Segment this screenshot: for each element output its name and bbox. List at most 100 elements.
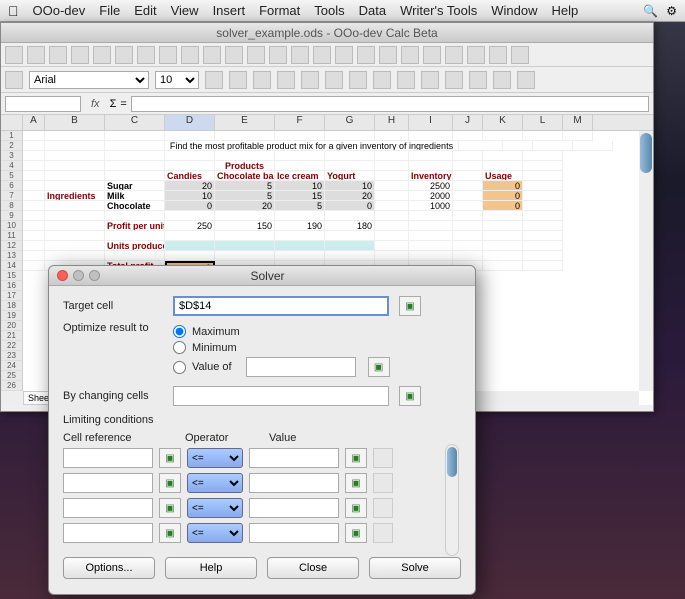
align-button[interactable] bbox=[349, 71, 367, 89]
toolbar-button[interactable] bbox=[27, 46, 45, 64]
row-headers[interactable]: 1234567891011121314151617181920212223242… bbox=[1, 131, 23, 405]
cell[interactable] bbox=[215, 241, 275, 251]
cell[interactable]: 10 bbox=[165, 191, 215, 201]
cond-cellref-input[interactable] bbox=[63, 448, 153, 468]
toolbar-button[interactable] bbox=[49, 46, 67, 64]
cond-delete-button[interactable] bbox=[373, 448, 393, 468]
col-header[interactable]: B bbox=[45, 115, 105, 130]
menu-file[interactable]: File bbox=[99, 3, 120, 18]
apple-menu-icon[interactable]:  bbox=[8, 3, 19, 19]
cell[interactable]: 180 bbox=[325, 221, 375, 231]
target-cell-input[interactable] bbox=[173, 296, 389, 316]
row-header[interactable]: 7 bbox=[1, 191, 23, 201]
menu-view[interactable]: View bbox=[171, 3, 199, 18]
row-header[interactable]: 19 bbox=[1, 311, 23, 321]
cell[interactable]: 15 bbox=[275, 191, 325, 201]
shrink-icon[interactable]: ▣ bbox=[345, 448, 367, 468]
menubar-extra-icon[interactable]: ⚙ bbox=[666, 4, 677, 18]
row-header[interactable]: 11 bbox=[1, 231, 23, 241]
row-header[interactable]: 18 bbox=[1, 301, 23, 311]
shrink-icon[interactable]: ▣ bbox=[159, 498, 181, 518]
shrink-icon[interactable]: ▣ bbox=[399, 386, 421, 406]
radio-minimum[interactable]: Minimum bbox=[173, 341, 390, 354]
valueof-input[interactable] bbox=[246, 357, 356, 377]
row-header[interactable]: 25 bbox=[1, 371, 23, 381]
cell[interactable]: 0 bbox=[483, 201, 523, 211]
shrink-icon[interactable]: ▣ bbox=[159, 448, 181, 468]
menu-edit[interactable]: Edit bbox=[134, 3, 156, 18]
shrink-icon[interactable]: ▣ bbox=[159, 473, 181, 493]
toolbar-button[interactable] bbox=[159, 46, 177, 64]
cell[interactable]: 20 bbox=[165, 181, 215, 191]
row-header[interactable]: 12 bbox=[1, 241, 23, 251]
cell[interactable]: 1000 bbox=[409, 201, 453, 211]
help-button[interactable]: Help bbox=[165, 557, 257, 579]
select-all-corner[interactable] bbox=[1, 115, 23, 130]
cond-operator-select[interactable]: <= bbox=[187, 473, 243, 493]
toolbar-button[interactable] bbox=[335, 46, 353, 64]
italic-button[interactable] bbox=[229, 71, 247, 89]
align-button[interactable] bbox=[277, 71, 295, 89]
toolbar-button[interactable] bbox=[247, 46, 265, 64]
row-header[interactable]: 6 bbox=[1, 181, 23, 191]
cell[interactable]: 10 bbox=[275, 181, 325, 191]
changing-cells-input[interactable] bbox=[173, 386, 389, 406]
row-header[interactable]: 13 bbox=[1, 251, 23, 261]
row-header[interactable]: 3 bbox=[1, 151, 23, 161]
shrink-icon[interactable]: ▣ bbox=[345, 498, 367, 518]
menu-window[interactable]: Window bbox=[491, 3, 537, 18]
toolbar-button[interactable] bbox=[93, 46, 111, 64]
cell[interactable]: 10 bbox=[325, 181, 375, 191]
menu-tools[interactable]: Tools bbox=[314, 3, 344, 18]
cell[interactable]: 5 bbox=[215, 191, 275, 201]
row-header[interactable]: 16 bbox=[1, 281, 23, 291]
format-button[interactable] bbox=[469, 71, 487, 89]
options-button[interactable]: Options... bbox=[63, 557, 155, 579]
cell[interactable]: 0 bbox=[165, 201, 215, 211]
row-header[interactable]: 5 bbox=[1, 171, 23, 181]
format-button[interactable] bbox=[421, 71, 439, 89]
column-headers[interactable]: A B C D E F G H I J K L M bbox=[1, 115, 653, 131]
row-header[interactable]: 14 bbox=[1, 261, 23, 271]
cell[interactable] bbox=[275, 241, 325, 251]
col-header[interactable]: G bbox=[325, 115, 375, 130]
cell[interactable]: 20 bbox=[325, 191, 375, 201]
menu-help[interactable]: Help bbox=[551, 3, 578, 18]
menu-app[interactable]: OOo-dev bbox=[33, 3, 86, 18]
cond-operator-select[interactable]: <= bbox=[187, 448, 243, 468]
toolbar-button[interactable] bbox=[511, 46, 529, 64]
col-header[interactable]: F bbox=[275, 115, 325, 130]
cond-value-input[interactable] bbox=[249, 523, 339, 543]
cond-operator-select[interactable]: <= bbox=[187, 523, 243, 543]
toolbar-button[interactable] bbox=[379, 46, 397, 64]
currency-button[interactable] bbox=[373, 71, 391, 89]
format-button[interactable] bbox=[517, 71, 535, 89]
fx-icon[interactable]: fx bbox=[85, 98, 106, 110]
col-header[interactable]: J bbox=[453, 115, 483, 130]
sum-icon[interactable]: Σ bbox=[110, 98, 117, 110]
menu-insert[interactable]: Insert bbox=[213, 3, 246, 18]
cond-value-input[interactable] bbox=[249, 498, 339, 518]
shrink-icon[interactable]: ▣ bbox=[159, 523, 181, 543]
cell[interactable]: 0 bbox=[483, 181, 523, 191]
row-header[interactable]: 4 bbox=[1, 161, 23, 171]
toolbar-button[interactable] bbox=[137, 46, 155, 64]
cell[interactable] bbox=[325, 241, 375, 251]
vertical-scrollbar[interactable] bbox=[639, 131, 653, 391]
radio-maximum[interactable]: Maximum bbox=[173, 325, 390, 338]
toolbar-button[interactable] bbox=[357, 46, 375, 64]
toolbar-button[interactable] bbox=[269, 46, 287, 64]
cond-delete-button[interactable] bbox=[373, 523, 393, 543]
toolbar-button[interactable] bbox=[203, 46, 221, 64]
menu-format[interactable]: Format bbox=[259, 3, 300, 18]
toolbar-button[interactable] bbox=[115, 46, 133, 64]
col-header[interactable]: D bbox=[165, 115, 215, 130]
col-header[interactable]: I bbox=[409, 115, 453, 130]
cell[interactable] bbox=[165, 241, 215, 251]
col-header[interactable]: M bbox=[563, 115, 593, 130]
cell[interactable]: 5 bbox=[275, 201, 325, 211]
cond-cellref-input[interactable] bbox=[63, 473, 153, 493]
col-header[interactable]: H bbox=[375, 115, 409, 130]
underline-button[interactable] bbox=[253, 71, 271, 89]
close-button[interactable]: Close bbox=[267, 557, 359, 579]
